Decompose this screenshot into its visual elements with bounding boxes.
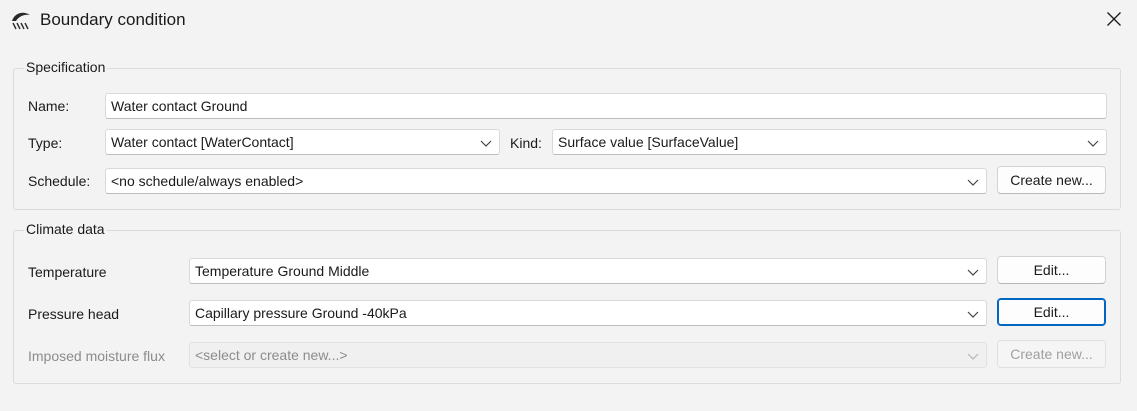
name-input[interactable]: Water contact Ground — [105, 93, 1107, 119]
close-button[interactable] — [1091, 0, 1137, 40]
kind-select[interactable]: Surface value [SurfaceValue] — [552, 129, 1107, 155]
specification-group: Specification Name: Water contact Ground… — [13, 59, 1121, 210]
schedule-label: Schedule: — [28, 173, 91, 189]
type-label: Type: — [28, 135, 63, 151]
temperature-select-value: Temperature Ground Middle — [195, 263, 370, 279]
imposed-moisture-flux-select-value: <select or create new...> — [195, 347, 348, 363]
temperature-edit-button[interactable]: Edit... — [997, 256, 1106, 284]
title-bar: Boundary condition — [0, 0, 1137, 40]
climate-data-group-title: Climate data — [24, 221, 107, 237]
specification-group-title: Specification — [24, 59, 108, 75]
temperature-select[interactable]: Temperature Ground Middle — [189, 258, 987, 284]
pressure-head-select[interactable]: Capillary pressure Ground -40kPa — [189, 300, 987, 326]
imposed-moisture-create-new-button[interactable]: Create new... — [997, 340, 1106, 368]
chevron-down-icon — [1086, 134, 1100, 150]
chevron-down-icon — [966, 347, 980, 363]
imposed-moisture-flux-label: Imposed moisture flux — [28, 348, 165, 364]
kind-select-value: Surface value [SurfaceValue] — [558, 134, 739, 150]
type-select-value: Water contact [WaterContact] — [111, 134, 294, 150]
temperature-label: Temperature — [28, 264, 107, 280]
pressure-head-label: Pressure head — [28, 306, 120, 322]
chevron-down-icon — [966, 173, 980, 189]
chevron-down-icon — [966, 305, 980, 321]
pressure-head-edit-button[interactable]: Edit... — [997, 298, 1106, 326]
create-new-schedule-button[interactable]: Create new... — [997, 166, 1106, 194]
kind-label: Kind: — [510, 135, 542, 151]
schedule-select-value: <no schedule/always enabled> — [111, 173, 304, 189]
chevron-down-icon — [479, 134, 493, 150]
climate-data-group: Climate data Temperature Temperature Gro… — [13, 221, 1121, 384]
window-title: Boundary condition — [40, 10, 186, 29]
type-select[interactable]: Water contact [WaterContact] — [105, 129, 500, 155]
name-label: Name: — [28, 98, 70, 114]
imposed-moisture-flux-select[interactable]: <select or create new...> — [189, 342, 987, 368]
chevron-down-icon — [966, 263, 980, 279]
schedule-select[interactable]: <no schedule/always enabled> — [105, 168, 987, 194]
close-icon — [1106, 11, 1122, 30]
pressure-head-select-value: Capillary pressure Ground -40kPa — [195, 305, 407, 321]
boundary-condition-icon — [10, 8, 32, 30]
